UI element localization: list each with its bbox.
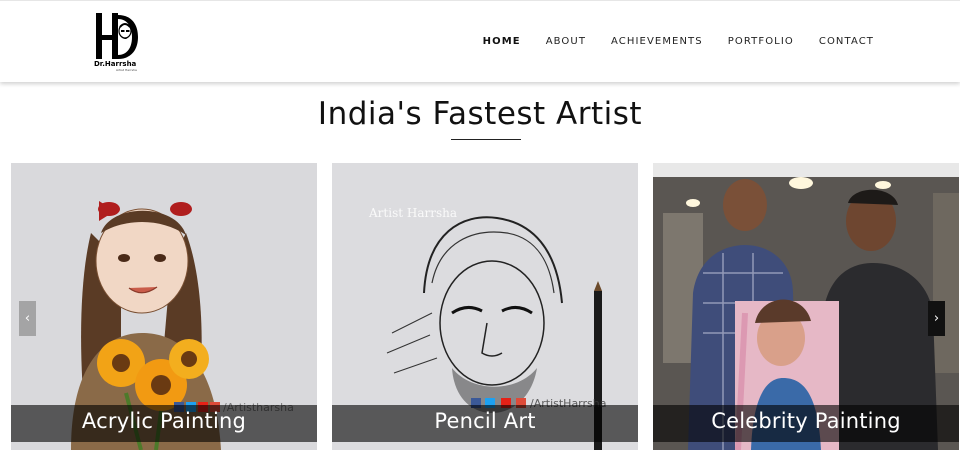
slide-celebrity-painting[interactable]: Celebrity Painting (653, 163, 959, 450)
chevron-left-icon: ‹ (24, 311, 31, 326)
slide-caption: Celebrity Painting (711, 409, 901, 433)
slide-pencil-art[interactable]: Artist Harrsha /ArtistHarrsha Pencil Art (332, 163, 638, 450)
main-nav: HOME ABOUT ACHIEVEMENTS PORTFOLIO CONTAC… (458, 36, 874, 47)
carousel-next-button[interactable]: › (928, 301, 945, 336)
slide-acrylic-painting[interactable]: /Artistharsha Acrylic Painting (11, 163, 317, 450)
page-title: India's Fastest Artist (317, 96, 643, 132)
nav-achievements[interactable]: ACHIEVEMENTS (611, 36, 703, 47)
nav-contact[interactable]: CONTACT (819, 36, 874, 47)
nav-home[interactable]: HOME (483, 36, 521, 47)
watermark-text: Artist Harrsha (369, 206, 457, 220)
carousel-prev-button[interactable]: ‹ (19, 301, 36, 336)
nav-portfolio[interactable]: PORTFOLIO (728, 36, 794, 47)
nav-about[interactable]: ABOUT (546, 36, 586, 47)
site-header: Dr.Harrsha Artist Harrsha HOME ABOUT ACH… (0, 0, 960, 82)
logo-caption: Dr.Harrsha (94, 60, 137, 68)
slide-caption: Pencil Art (434, 409, 536, 433)
slide-caption: Acrylic Painting (81, 409, 247, 433)
title-underline (451, 139, 521, 140)
logo-subtitle: Artist Harrsha (116, 68, 137, 72)
chevron-right-icon: › (933, 311, 940, 326)
